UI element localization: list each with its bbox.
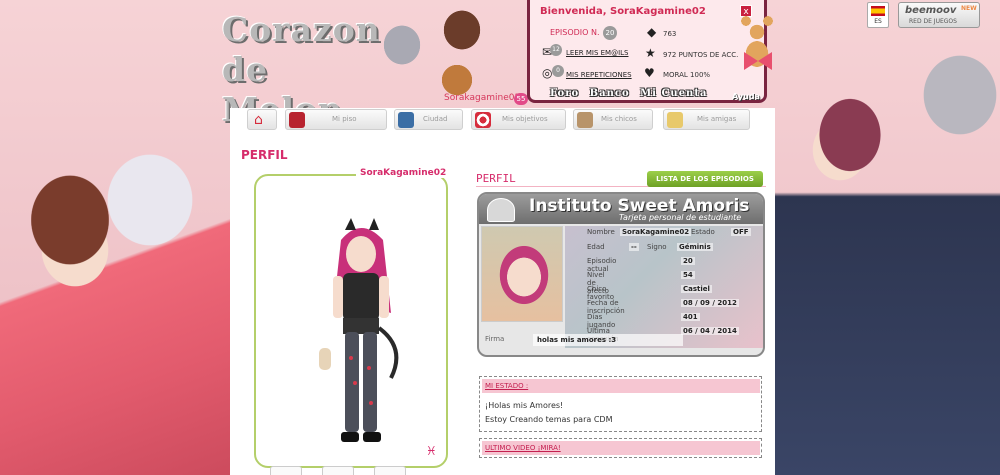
- heart-icon: ♥: [644, 66, 655, 80]
- background-character-right: [770, 40, 1000, 475]
- site-logo[interactable]: Corazon de Melon: [222, 10, 392, 129]
- read-emails-link[interactable]: LEER MIS EM@ILS: [566, 49, 628, 57]
- card-header: Instituto Sweet Amoris Tarjeta personal …: [479, 194, 763, 224]
- status-heading: MI ESTADO :: [482, 379, 760, 393]
- nav-label: Mi piso: [332, 115, 357, 123]
- welcome-text: Bienvenida, SoraKagamine02: [540, 6, 706, 17]
- ayuda-link[interactable]: Ayuda: [732, 92, 760, 101]
- logo-badge: 55: [514, 93, 528, 105]
- teddy-bear-icon: [735, 12, 780, 72]
- card-value: SoraKagamine02: [620, 228, 692, 236]
- avatar-panel: SoraKagamine02 ♓: [254, 168, 451, 468]
- status-box: MI ESTADO : ¡Holas mis Amores! Estoy Cre…: [479, 376, 762, 432]
- stat-moral: MORAL 100%: [663, 71, 711, 79]
- card-signature-row: Firma holas mis amores :3: [481, 334, 761, 346]
- cupcake-icon: [487, 198, 515, 222]
- messages-count-badge: 12: [550, 44, 562, 56]
- student-photo: [481, 226, 563, 322]
- nav-mis-chicos[interactable]: Mis chicos: [573, 109, 653, 130]
- episode-number-badge: 20: [603, 26, 617, 40]
- target-icon: [475, 112, 491, 128]
- banco-link[interactable]: Banco: [590, 88, 630, 99]
- card-key: Estado: [691, 228, 715, 236]
- card-value: Géminis: [677, 243, 713, 251]
- star-icon: ★: [645, 46, 656, 60]
- mi-cuenta-link[interactable]: Mi Cuenta: [640, 88, 707, 99]
- top-links-bar: Foro Banco Mi Cuenta: [550, 88, 713, 99]
- card-value: 08 / 09 / 2012: [681, 299, 739, 307]
- repeats-count-badge: 0: [552, 65, 564, 77]
- background-character-left: [0, 130, 235, 475]
- beemoov-new-badge: NEW: [961, 5, 977, 12]
- card-value: Castiel: [681, 285, 712, 293]
- girl-icon: [667, 112, 683, 128]
- logo-line-1: Corazon: [222, 10, 381, 49]
- thumbnail-tab[interactable]: [270, 466, 302, 475]
- nav-label: Mis chicos: [601, 115, 637, 123]
- logo-username: Sorakagamine02: [444, 93, 521, 103]
- city-icon: [398, 112, 414, 128]
- avatar-figure: [319, 218, 399, 442]
- nav-home[interactable]: ⌂: [247, 109, 277, 130]
- nav-label: Ciudad: [423, 115, 448, 123]
- nav-label: Mis objetivos: [502, 115, 548, 123]
- stat-action-points: 972 PUNTOS DE ACC.: [663, 51, 739, 59]
- status-line-1: ¡Holas mis Amores!: [485, 401, 564, 410]
- repeats-link[interactable]: MIS REPETICIONES: [566, 71, 632, 79]
- stat-diamonds: 763: [663, 30, 677, 38]
- repeat-icon: ◎: [542, 66, 553, 80]
- pisces-zodiac-icon: ♓: [426, 444, 437, 458]
- latest-video-box: ULTIMO VIDEO ¡MIRA!: [479, 438, 762, 458]
- episode-label: EPISODIO N.: [550, 28, 600, 37]
- card-value: 54: [681, 271, 695, 279]
- beemoov-network-button[interactable]: beemoov NEW RED DE JUEGOS: [898, 2, 980, 28]
- signature-label: Firma: [485, 335, 505, 343]
- latest-video-heading[interactable]: ULTIMO VIDEO ¡MIRA!: [482, 441, 760, 455]
- student-card: Instituto Sweet Amoris Tarjeta personal …: [477, 192, 765, 357]
- nav-mis-objetivos[interactable]: Mis objetivos: [471, 109, 566, 130]
- card-value: 20: [681, 257, 695, 265]
- status-line-2: Estoy Creando temas para CDM: [485, 415, 613, 424]
- avatar-username: SoraKagamine02: [356, 168, 451, 178]
- sofa-icon: [289, 112, 305, 128]
- perfil-subtitle: PERFIL: [476, 172, 516, 185]
- card-value: OFF: [731, 228, 751, 236]
- page-title: PERFIL: [241, 148, 288, 162]
- foro-link[interactable]: Foro: [550, 88, 579, 99]
- card-subtitle: Tarjeta personal de estudiante: [619, 213, 742, 222]
- diamond-icon: ◆: [647, 25, 657, 39]
- language-code: ES: [874, 18, 882, 25]
- language-selector[interactable]: ES: [867, 2, 889, 28]
- card-value: 401: [681, 313, 700, 321]
- beemoov-subtitle: RED DE JUEGOS: [909, 18, 957, 25]
- main-nav: ⌂ Mi piso Ciudad Mis objetivos Mis chico…: [245, 108, 765, 132]
- thumbnail-tab[interactable]: [322, 466, 354, 475]
- card-value: --: [629, 243, 639, 251]
- card-key: Edad: [587, 243, 605, 251]
- boy-icon: [577, 112, 593, 128]
- nav-label: Mis amigas: [697, 115, 737, 123]
- home-icon: ⌂: [254, 112, 263, 128]
- nav-mis-amigas[interactable]: Mis amigas: [663, 109, 750, 130]
- main-content: ⌂ Mi piso Ciudad Mis objetivos Mis chico…: [230, 108, 775, 475]
- thumbnail-tab[interactable]: [374, 466, 406, 475]
- nav-mi-piso[interactable]: Mi piso: [285, 109, 387, 130]
- spain-flag-icon: [871, 6, 885, 16]
- nav-ciudad[interactable]: Ciudad: [394, 109, 463, 130]
- card-key: Nombre: [587, 228, 615, 236]
- episode-list-button[interactable]: LISTA DE LOS EPISODIOS: [647, 171, 763, 187]
- card-key: Signo: [647, 243, 667, 251]
- signature-value: holas mis amores :3: [533, 334, 683, 346]
- beemoov-logo: beemoov: [905, 5, 957, 16]
